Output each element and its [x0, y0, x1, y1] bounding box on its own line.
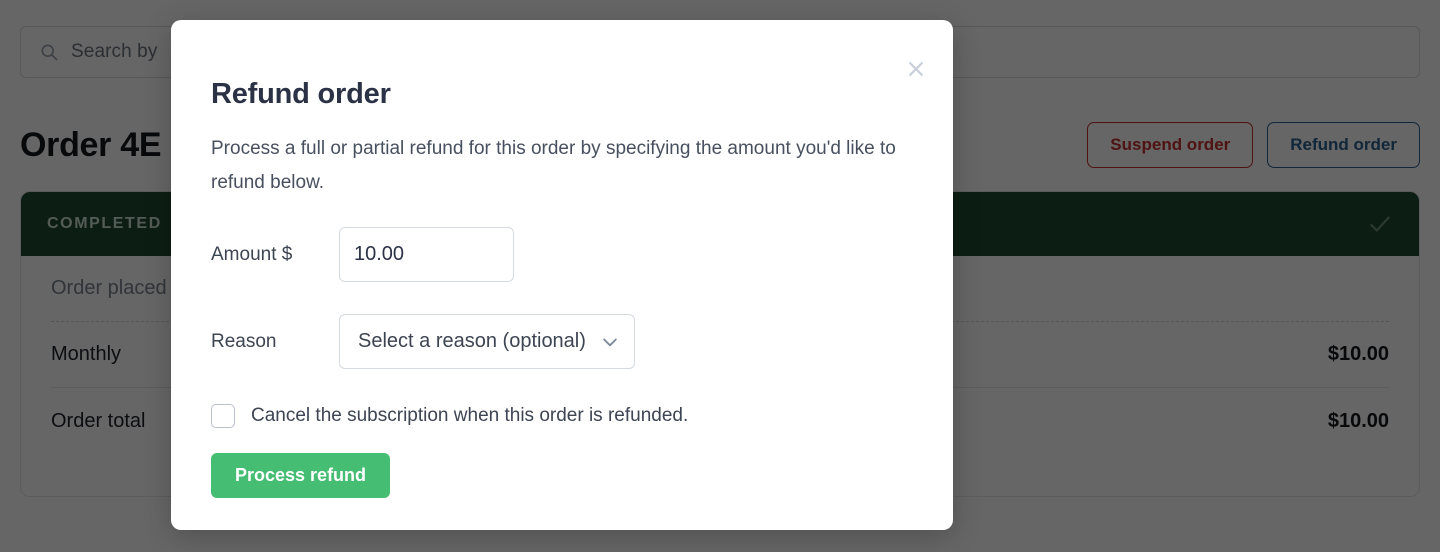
refund-order-modal: Refund order Process a full or partial r…: [171, 20, 953, 530]
amount-label: Amount $: [211, 243, 293, 265]
cancel-subscription-row: Cancel the subscription when this order …: [211, 404, 688, 428]
reason-selected-value: Select a reason (optional): [358, 330, 586, 352]
chevron-down-icon: [600, 332, 620, 352]
process-refund-button[interactable]: Process refund: [211, 453, 391, 498]
cancel-subscription-label: Cancel the subscription when this order …: [251, 405, 689, 426]
amount-field-row: Amount $: [211, 227, 514, 282]
amount-input[interactable]: [339, 227, 514, 282]
modal-title: Refund order: [211, 78, 391, 110]
reason-label: Reason: [211, 330, 277, 352]
close-icon[interactable]: [899, 52, 933, 86]
modal-description: Process a full or partial refund for thi…: [211, 138, 896, 193]
modal-overlay[interactable]: Refund order Process a full or partial r…: [0, 0, 1440, 552]
reason-field-row: Reason Select a reason (optional): [211, 314, 635, 369]
cancel-subscription-checkbox[interactable]: [211, 404, 235, 428]
reason-select[interactable]: Select a reason (optional): [339, 314, 635, 369]
